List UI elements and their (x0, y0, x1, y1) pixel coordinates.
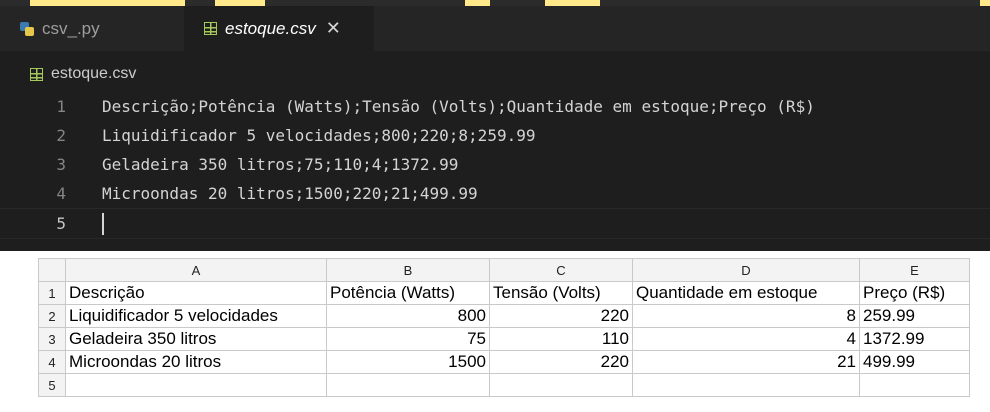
code-area[interactable]: 1 Descrição;Potência (Watts);Tensão (Vol… (0, 92, 990, 239)
cell[interactable]: Tensão (Volts) (489, 281, 633, 305)
column-header-c[interactable]: C (489, 258, 633, 282)
line-number: 5 (56, 214, 66, 233)
cell[interactable]: Preço (R$) (859, 281, 970, 305)
cell[interactable]: Quantidade em estoque (632, 281, 860, 305)
line-number: 4 (56, 184, 66, 203)
cell[interactable]: 21 (632, 350, 860, 374)
code-line-current[interactable]: 5 (0, 208, 990, 239)
line-number: 1 (56, 97, 66, 116)
row-header[interactable]: 4 (38, 350, 66, 374)
line-text: Geladeira 350 litros;75;110;4;1372.99 (102, 155, 459, 174)
tab-bar: csv_.py estoque.csv ✕ (0, 6, 990, 51)
breadcrumb-file[interactable]: estoque.csv (51, 65, 136, 83)
csv-icon (30, 67, 43, 81)
python-icon (20, 21, 34, 36)
cell[interactable]: Potência (Watts) (326, 281, 490, 305)
row-header[interactable]: 1 (38, 281, 66, 305)
tab-label: csv_.py (42, 18, 100, 38)
cell[interactable] (859, 373, 970, 397)
cell[interactable]: 800 (326, 304, 490, 328)
cell[interactable] (632, 373, 860, 397)
cell[interactable]: 499.99 (859, 350, 970, 374)
code-line[interactable]: 3 Geladeira 350 litros;75;110;4;1372.99 (0, 150, 990, 179)
cell[interactable]: 1500 (326, 350, 490, 374)
line-number: 2 (56, 126, 66, 145)
cell[interactable]: Descrição (65, 281, 327, 305)
column-header-row: A B C D E (38, 258, 970, 282)
cell[interactable]: 8 (632, 304, 860, 328)
column-header-e[interactable]: E (859, 258, 970, 282)
cell[interactable]: Geladeira 350 litros (65, 327, 327, 351)
cell[interactable]: 220 (489, 350, 633, 374)
table-row: 3 Geladeira 350 litros 75 110 4 1372.99 (38, 327, 970, 351)
close-icon[interactable]: ✕ (326, 18, 341, 39)
table-row: 5 (38, 373, 970, 397)
cell[interactable]: 4 (632, 327, 860, 351)
cell[interactable]: 1372.99 (859, 327, 970, 351)
csv-icon (204, 22, 217, 35)
cell[interactable] (326, 373, 490, 397)
spreadsheet-grid: A B C D E 1 Descrição Potência (Watts) T… (38, 258, 970, 397)
text-cursor (102, 212, 104, 235)
line-text: Descrição;Potência (Watts);Tensão (Volts… (102, 97, 815, 116)
row-header[interactable]: 5 (38, 373, 66, 397)
code-line[interactable]: 2 Liquidificador 5 velocidades;800;220;8… (0, 121, 990, 150)
table-row: 1 Descrição Potência (Watts) Tensão (Vol… (38, 281, 970, 305)
line-text: Microondas 20 litros;1500;220;21;499.99 (102, 184, 478, 203)
line-text: Liquidificador 5 velocidades;800;220;8;2… (102, 126, 536, 145)
row-header[interactable]: 3 (38, 327, 66, 351)
corner-cell[interactable] (38, 258, 66, 282)
tab-csv-py[interactable]: csv_.py (0, 6, 184, 51)
cell[interactable]: Microondas 20 litros (65, 350, 327, 374)
row-header[interactable]: 2 (38, 304, 66, 328)
cell[interactable] (65, 373, 327, 397)
cell[interactable]: 259.99 (859, 304, 970, 328)
breadcrumb[interactable]: estoque.csv (0, 63, 136, 85)
code-editor: csv_.py estoque.csv ✕ estoque.csv 1 Desc… (0, 6, 990, 251)
table-row: 4 Microondas 20 litros 1500 220 21 499.9… (38, 350, 970, 374)
tab-estoque-csv[interactable]: estoque.csv ✕ (184, 6, 374, 51)
column-header-a[interactable]: A (65, 258, 327, 282)
code-line[interactable]: 1 Descrição;Potência (Watts);Tensão (Vol… (0, 92, 990, 121)
cell[interactable] (489, 373, 633, 397)
line-number: 3 (56, 155, 66, 174)
cell[interactable]: 75 (326, 327, 490, 351)
cell[interactable]: 220 (489, 304, 633, 328)
tab-label: estoque.csv (225, 18, 316, 38)
code-line[interactable]: 4 Microondas 20 litros;1500;220;21;499.9… (0, 179, 990, 208)
cell[interactable]: Liquidificador 5 velocidades (65, 304, 327, 328)
column-header-b[interactable]: B (326, 258, 490, 282)
table-row: 2 Liquidificador 5 velocidades 800 220 8… (38, 304, 970, 328)
cell[interactable]: 110 (489, 327, 633, 351)
column-header-d[interactable]: D (632, 258, 860, 282)
